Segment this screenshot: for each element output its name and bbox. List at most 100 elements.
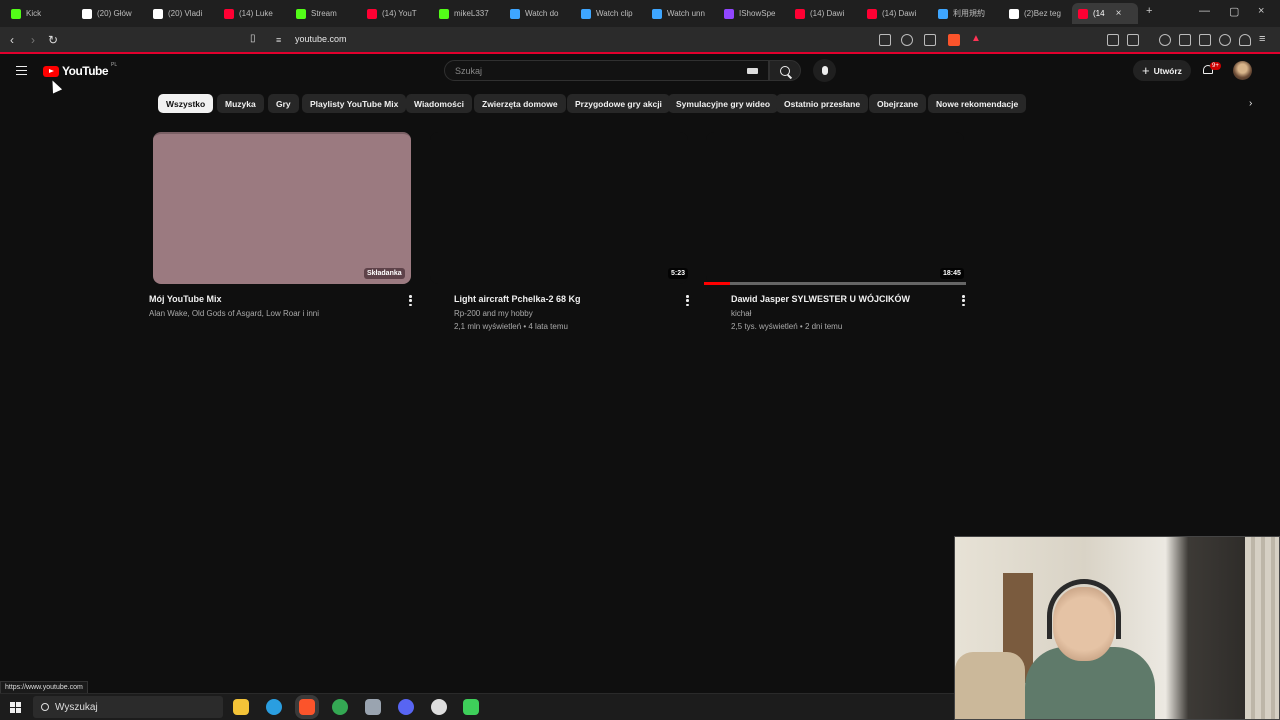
reload-icon[interactable]: ↻ <box>48 33 58 47</box>
tab-label: (14) YouT <box>382 9 417 18</box>
cast-icon[interactable] <box>879 34 891 46</box>
more-options-icon[interactable] <box>409 295 412 306</box>
filter-chip[interactable]: Gry <box>268 94 299 113</box>
tab-label: IShowSpe <box>739 9 776 18</box>
brave-shields-icon[interactable] <box>948 34 960 46</box>
browser-tab[interactable]: Watch do <box>504 3 572 24</box>
avatar[interactable] <box>1233 61 1252 80</box>
video-title[interactable]: Light aircraft Pchelka-2 68 Kg <box>454 294 581 304</box>
globe-icon <box>581 8 591 19</box>
browser-tab[interactable]: Stream <box>290 3 358 24</box>
windows-start-icon[interactable] <box>10 702 21 713</box>
youtube-icon <box>795 8 805 19</box>
more-options-icon[interactable] <box>962 295 965 306</box>
browser-tab[interactable]: Kick <box>5 3 73 24</box>
browser-tab[interactable]: (20) Vladi <box>147 3 215 24</box>
search-icon <box>780 65 790 76</box>
share-icon[interactable] <box>924 34 936 46</box>
leo-ai-icon[interactable] <box>1219 34 1231 46</box>
filter-chip[interactable]: Symulacyjne gry wideo <box>668 94 779 113</box>
video-title[interactable]: Mój YouTube Mix <box>149 294 222 304</box>
menu-icon[interactable]: ≡ <box>1259 33 1265 45</box>
video-channel[interactable]: Rp-200 and my hobby <box>454 309 533 318</box>
chrome-icon[interactable] <box>332 699 348 715</box>
restore-icon[interactable]: ▢ <box>1229 5 1239 18</box>
bookmark-icon[interactable]: ▯ <box>250 33 256 44</box>
browser-tab[interactable]: Watch unn <box>646 3 714 24</box>
browser-tab[interactable]: IShowSpe <box>718 3 786 24</box>
check-icon <box>938 8 948 19</box>
discord-icon[interactable] <box>398 699 414 715</box>
video-title[interactable]: Dawid Jasper SYLWESTER U WÓJCIKÓW <box>731 294 910 304</box>
back-icon[interactable]: ‹ <box>10 33 14 47</box>
vpn-icon[interactable] <box>1239 34 1251 46</box>
media-icon[interactable] <box>1159 34 1171 46</box>
video-channel[interactable]: Alan Wake, Old Gods of Asgard, Low Roar … <box>149 309 319 318</box>
tab-label: Watch do <box>525 9 559 18</box>
extensions-icon[interactable] <box>1107 34 1119 46</box>
browser-tab[interactable]: (14) Dawi <box>861 3 929 24</box>
filter-chip[interactable]: Wiadomości <box>406 94 472 113</box>
close-window-icon[interactable]: × <box>1258 5 1264 17</box>
filter-chip[interactable]: Nowe rekomendacje <box>928 94 1027 113</box>
filter-chip[interactable]: Wszystko <box>158 94 214 113</box>
notification-badge: 9+ <box>1210 62 1221 70</box>
video-thumbnail[interactable] <box>430 132 688 284</box>
taskbar-search[interactable]: Wyszukaj <box>33 696 223 718</box>
search-button[interactable] <box>769 60 801 81</box>
reading-list-icon[interactable] <box>1127 34 1139 46</box>
video-thumbnail[interactable] <box>706 132 964 284</box>
tab-label: Kick <box>26 9 42 18</box>
app-icon[interactable] <box>365 699 381 715</box>
more-options-icon[interactable] <box>686 295 689 306</box>
file-explorer-icon[interactable] <box>233 699 249 715</box>
obs-icon[interactable] <box>431 699 447 715</box>
filter-chip[interactable]: Zwierzęta domowe <box>474 94 566 113</box>
site-info-icon[interactable]: ≡ <box>276 35 281 45</box>
browser-tab[interactable]: (14) Luke <box>218 3 286 24</box>
globe-icon <box>510 8 520 19</box>
browser-tab[interactable]: Watch clip <box>575 3 643 24</box>
browser-tab[interactable]: (14 × <box>1072 3 1138 24</box>
browser-tab[interactable]: (20) Głów <box>76 3 144 24</box>
filter-chip[interactable]: Muzyka <box>217 94 264 113</box>
browser-toolbar: ‹ › ↻ ▯ ≡ youtube.com ▲ ≡ <box>0 27 1280 54</box>
address-bar-url[interactable]: youtube.com <box>295 34 347 44</box>
filter-chip[interactable]: Ostatnio przesłane <box>776 94 869 113</box>
youtube-logo[interactable]: YouTube PL <box>43 62 118 78</box>
sidebar-icon[interactable] <box>1179 34 1191 46</box>
new-tab-icon[interactable]: + <box>1146 5 1152 17</box>
browser-tab[interactable]: 利用規約 <box>932 3 1000 24</box>
filter-chip[interactable]: Obejrzane <box>869 94 927 113</box>
brave-icon[interactable] <box>299 699 315 715</box>
app-green-icon[interactable] <box>463 699 479 715</box>
youtube-icon <box>367 8 377 19</box>
keyboard-icon[interactable] <box>747 68 758 74</box>
tab-label: (14) Dawi <box>810 9 845 18</box>
voice-search-button[interactable] <box>813 59 836 82</box>
browser-tab[interactable]: (2)Bez teg <box>1003 3 1071 24</box>
forward-icon[interactable]: › <box>31 33 35 47</box>
youtube-icon <box>224 8 234 19</box>
hamburger-menu-icon[interactable] <box>16 66 27 75</box>
browser-tab[interactable]: (14) YouT <box>361 3 429 24</box>
zoom-icon[interactable] <box>901 34 913 46</box>
x-icon <box>82 8 92 19</box>
x-icon <box>153 8 163 19</box>
filter-chip[interactable]: Przygodowe gry akcji <box>567 94 670 113</box>
edge-icon[interactable] <box>266 699 282 715</box>
tiktok-icon <box>1009 8 1019 19</box>
browser-tab[interactable]: (14) Dawi <box>789 3 857 24</box>
close-tab-icon[interactable]: × <box>1116 8 1122 19</box>
create-button[interactable]: + Utwórz <box>1133 60 1191 81</box>
wallet-icon[interactable] <box>1199 34 1211 46</box>
logo-region: PL <box>111 62 118 68</box>
filter-chip[interactable]: Playlisty YouTube Mix <box>302 94 407 113</box>
browser-tab[interactable]: mikeL337 <box>433 3 501 24</box>
brave-rewards-icon[interactable]: ▲ <box>971 33 981 44</box>
search-input[interactable]: Szukaj <box>444 60 769 81</box>
chevron-right-icon[interactable]: › <box>1249 98 1252 109</box>
minimize-icon[interactable]: — <box>1199 5 1210 17</box>
video-thumbnail[interactable] <box>153 132 411 284</box>
video-channel[interactable]: kichał <box>731 309 751 318</box>
